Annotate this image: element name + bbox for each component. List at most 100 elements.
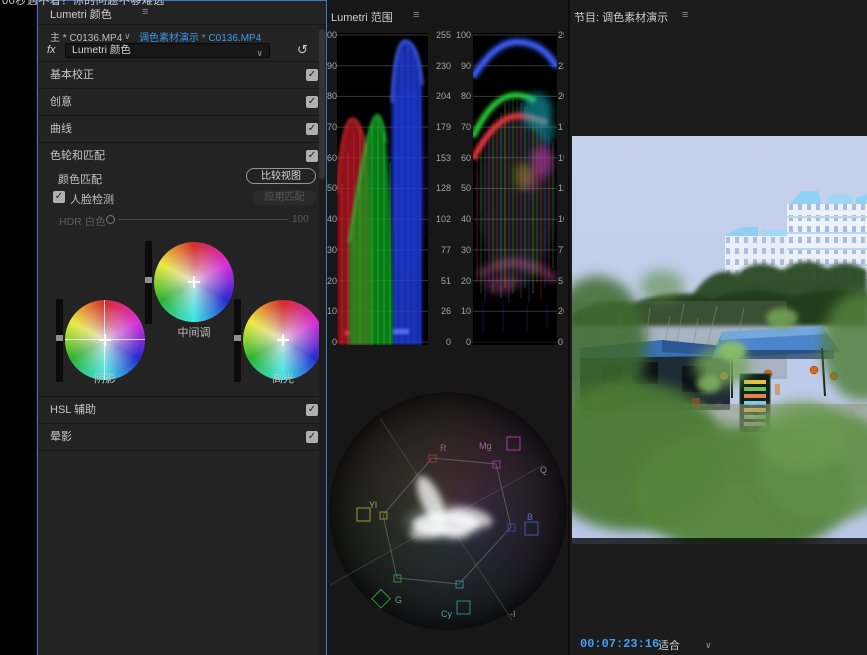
- tick: 102: [436, 214, 451, 224]
- section-label: 晕影: [38, 424, 318, 451]
- check-icon: ✓: [55, 191, 63, 202]
- tick: 179: [436, 122, 451, 132]
- svg-text:R: R: [440, 443, 447, 453]
- tick: 77: [441, 245, 451, 255]
- chevron-down-icon[interactable]: ∨: [705, 640, 712, 651]
- shadows-luma-slider[interactable]: [56, 299, 63, 382]
- section-creative[interactable]: 创意 ✓: [38, 88, 318, 116]
- highlights-luma-handle[interactable]: [234, 335, 241, 341]
- zoom-fit-value: 适合: [658, 640, 680, 652]
- master-clip-dropdown[interactable]: 主 * C0136.MP4: [50, 29, 122, 44]
- midtones-luma-slider[interactable]: [145, 241, 152, 324]
- vignette-checkbox[interactable]: ✓: [306, 431, 318, 443]
- tick: 60: [461, 153, 471, 163]
- shadows-label: 阴影: [75, 370, 135, 386]
- midtones-luma-handle[interactable]: [145, 277, 152, 283]
- check-icon: ✓: [308, 123, 316, 134]
- shadows-luma-handle[interactable]: [56, 335, 63, 341]
- panel-menu-icon[interactable]: ≡: [682, 9, 688, 21]
- curves-checkbox[interactable]: ✓: [306, 123, 318, 135]
- vectorscope-trace: [402, 472, 494, 542]
- tick: 70: [461, 122, 471, 132]
- tick: 128: [436, 183, 451, 193]
- face-detect-checkbox[interactable]: ✓: [53, 191, 65, 203]
- tab-lumetri-scopes[interactable]: Lumetri 范围: [331, 9, 393, 25]
- tick: 230: [558, 61, 564, 71]
- top-clipped-caption: 00秒遇不着？你的问题不够难选: [0, 0, 210, 5]
- target-clip-link[interactable]: 调色素材演示 * C0136.MP4: [139, 29, 261, 44]
- section-curves[interactable]: 曲线 ✓: [38, 115, 318, 143]
- section-label: 色轮和匹配: [38, 143, 318, 170]
- program-timecode[interactable]: 00:07:23:16: [580, 637, 659, 651]
- tick: 204: [436, 91, 451, 101]
- tick: 26: [558, 306, 564, 316]
- lumetri-scopes-panel: Lumetri 范围 ≡ 1009080706050403020100: [327, 0, 568, 655]
- chevron-down-icon: ∨: [256, 47, 263, 60]
- section-vignette[interactable]: 晕影 ✓: [38, 423, 318, 451]
- color-wheels-checkbox[interactable]: ✓: [306, 150, 318, 162]
- basic-correction-checkbox[interactable]: ✓: [306, 69, 318, 81]
- highlights-label: 高光: [253, 370, 313, 386]
- tick: 60: [327, 153, 337, 163]
- check-icon: ✓: [308, 96, 316, 107]
- premiere-workspace: 00秒遇不着？你的问题不够难选 Lumetri 颜色 ≡ 主 * C0136.M…: [0, 0, 867, 655]
- zoom-fit-select[interactable]: 适合: [658, 637, 680, 653]
- tick: 102: [558, 214, 564, 224]
- tab-lumetri-color[interactable]: Lumetri 颜色: [50, 6, 112, 22]
- tick: 40: [327, 214, 337, 224]
- highlights-wheel-center: [277, 334, 289, 346]
- tick: 0: [327, 337, 337, 347]
- color-match-title: 颜色匹配: [58, 171, 102, 187]
- tick: 0: [466, 337, 471, 347]
- hsl-checkbox[interactable]: ✓: [306, 404, 318, 416]
- tick: 30: [461, 245, 471, 255]
- check-icon: ✓: [308, 431, 316, 442]
- vectorscope-overlay: R Mg Q B Cy G Yl -I: [329, 392, 567, 630]
- tick: 40: [461, 214, 471, 224]
- tick: 70: [327, 122, 337, 132]
- fx-icon: fx: [47, 44, 56, 56]
- svg-text:B: B: [527, 512, 533, 522]
- waveform-rgb-left: [337, 33, 428, 345]
- waveform-scale-255: 2552302041791531281027751260: [430, 30, 451, 347]
- svg-text:G: G: [395, 595, 402, 605]
- creative-checkbox[interactable]: ✓: [306, 96, 318, 108]
- check-icon: ✓: [308, 69, 316, 80]
- tick: 255: [436, 30, 451, 40]
- highlights-luma-slider[interactable]: [234, 299, 241, 382]
- top-clipped-caption-text: 00秒遇不着？你的问题不够难选: [2, 0, 165, 5]
- panel-menu-icon[interactable]: ≡: [413, 9, 419, 21]
- effect-select[interactable]: Lumetri 颜色 ∨: [65, 43, 270, 58]
- tick: 90: [461, 61, 471, 71]
- svg-text:Yl: Yl: [369, 500, 377, 510]
- waveform-right-scale-clipped: 2552302041791531281027751260: [557, 30, 564, 352]
- section-label: 曲线: [38, 116, 318, 143]
- reset-effect-button[interactable]: ↺: [297, 43, 308, 57]
- tick: 51: [558, 276, 564, 286]
- waveform-scale-100: 1009080706050403020100: [455, 30, 471, 347]
- tick: 255: [558, 30, 564, 40]
- svg-text:Cy: Cy: [441, 609, 452, 619]
- waveform-rgb-right: [473, 33, 557, 345]
- midtones-label: 中间调: [164, 324, 224, 340]
- tick: 153: [558, 153, 564, 163]
- tick: 153: [436, 153, 451, 163]
- chevron-down-icon[interactable]: ∨: [124, 31, 131, 42]
- panel-scrollbar[interactable]: [319, 25, 325, 655]
- tick: 128: [558, 183, 564, 193]
- compare-view-button[interactable]: 比较视图: [246, 168, 316, 184]
- tick: 80: [327, 91, 337, 101]
- tick: 0: [446, 337, 451, 347]
- apply-match-button-disabled[interactable]: 应用匹配: [253, 190, 316, 205]
- section-hsl-secondary[interactable]: HSL 辅助 ✓: [38, 396, 318, 424]
- tick: 20: [327, 276, 337, 286]
- section-basic-correction[interactable]: 基本校正 ✓: [38, 61, 318, 89]
- hdr-white-slider-track[interactable]: [118, 219, 288, 220]
- midtones-wheel-center: [188, 276, 200, 288]
- tick: 10: [327, 306, 337, 316]
- tab-program-monitor[interactable]: 节目: 调色素材演示: [574, 9, 668, 25]
- panel-menu-icon[interactable]: ≡: [142, 6, 148, 18]
- hdr-white-slider-handle[interactable]: [106, 215, 115, 224]
- panel-scrollbar-thumb[interactable]: [319, 29, 325, 179]
- section-color-wheels-match[interactable]: 色轮和匹配 ✓: [38, 142, 318, 170]
